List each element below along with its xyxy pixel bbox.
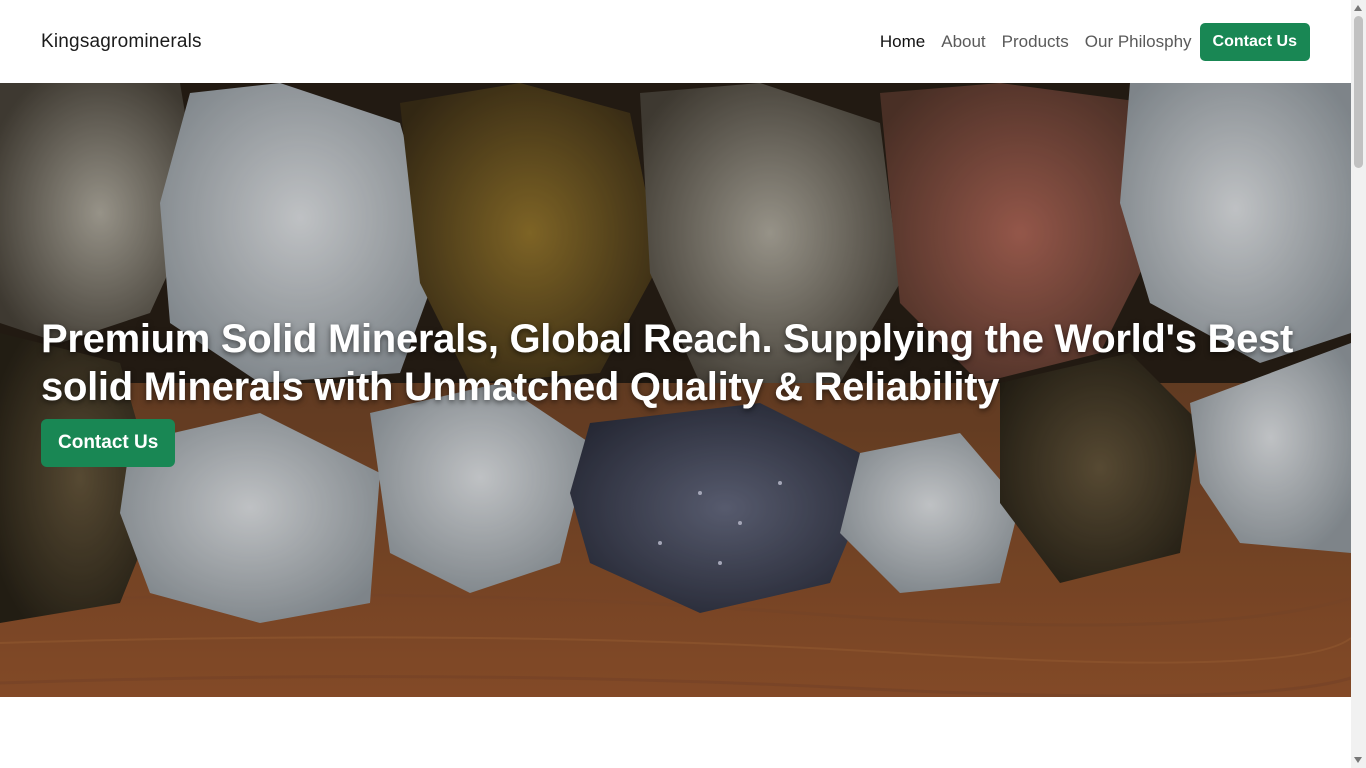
nav-contact-button[interactable]: Contact Us bbox=[1199, 22, 1310, 61]
nav-link-philosophy[interactable]: Our Philosphy bbox=[1085, 32, 1192, 52]
nav-link-home[interactable]: Home bbox=[880, 32, 925, 52]
hero-title: Premium Solid Minerals, Global Reach. Su… bbox=[41, 317, 1294, 409]
nav-link-products[interactable]: Products bbox=[1002, 32, 1069, 52]
nav-link-about[interactable]: About bbox=[941, 32, 985, 52]
hero-content: Premium Solid Minerals, Global Reach. Su… bbox=[41, 315, 1321, 467]
page-scrollbar[interactable] bbox=[1351, 0, 1366, 768]
hero-contact-button[interactable]: Contact Us bbox=[41, 419, 176, 467]
nav-menu: Home About Products Our Philosphy Contac… bbox=[864, 22, 1310, 61]
brand-logo[interactable]: Kingsagrominerals bbox=[41, 31, 202, 53]
navbar: Kingsagrominerals Home About Products Ou… bbox=[0, 0, 1351, 83]
scroll-down-arrow-icon[interactable] bbox=[1354, 757, 1362, 763]
scroll-up-arrow-icon[interactable] bbox=[1354, 5, 1362, 11]
scroll-thumb[interactable] bbox=[1354, 16, 1363, 168]
hero-section: Premium Solid Minerals, Global Reach. Su… bbox=[0, 83, 1351, 697]
